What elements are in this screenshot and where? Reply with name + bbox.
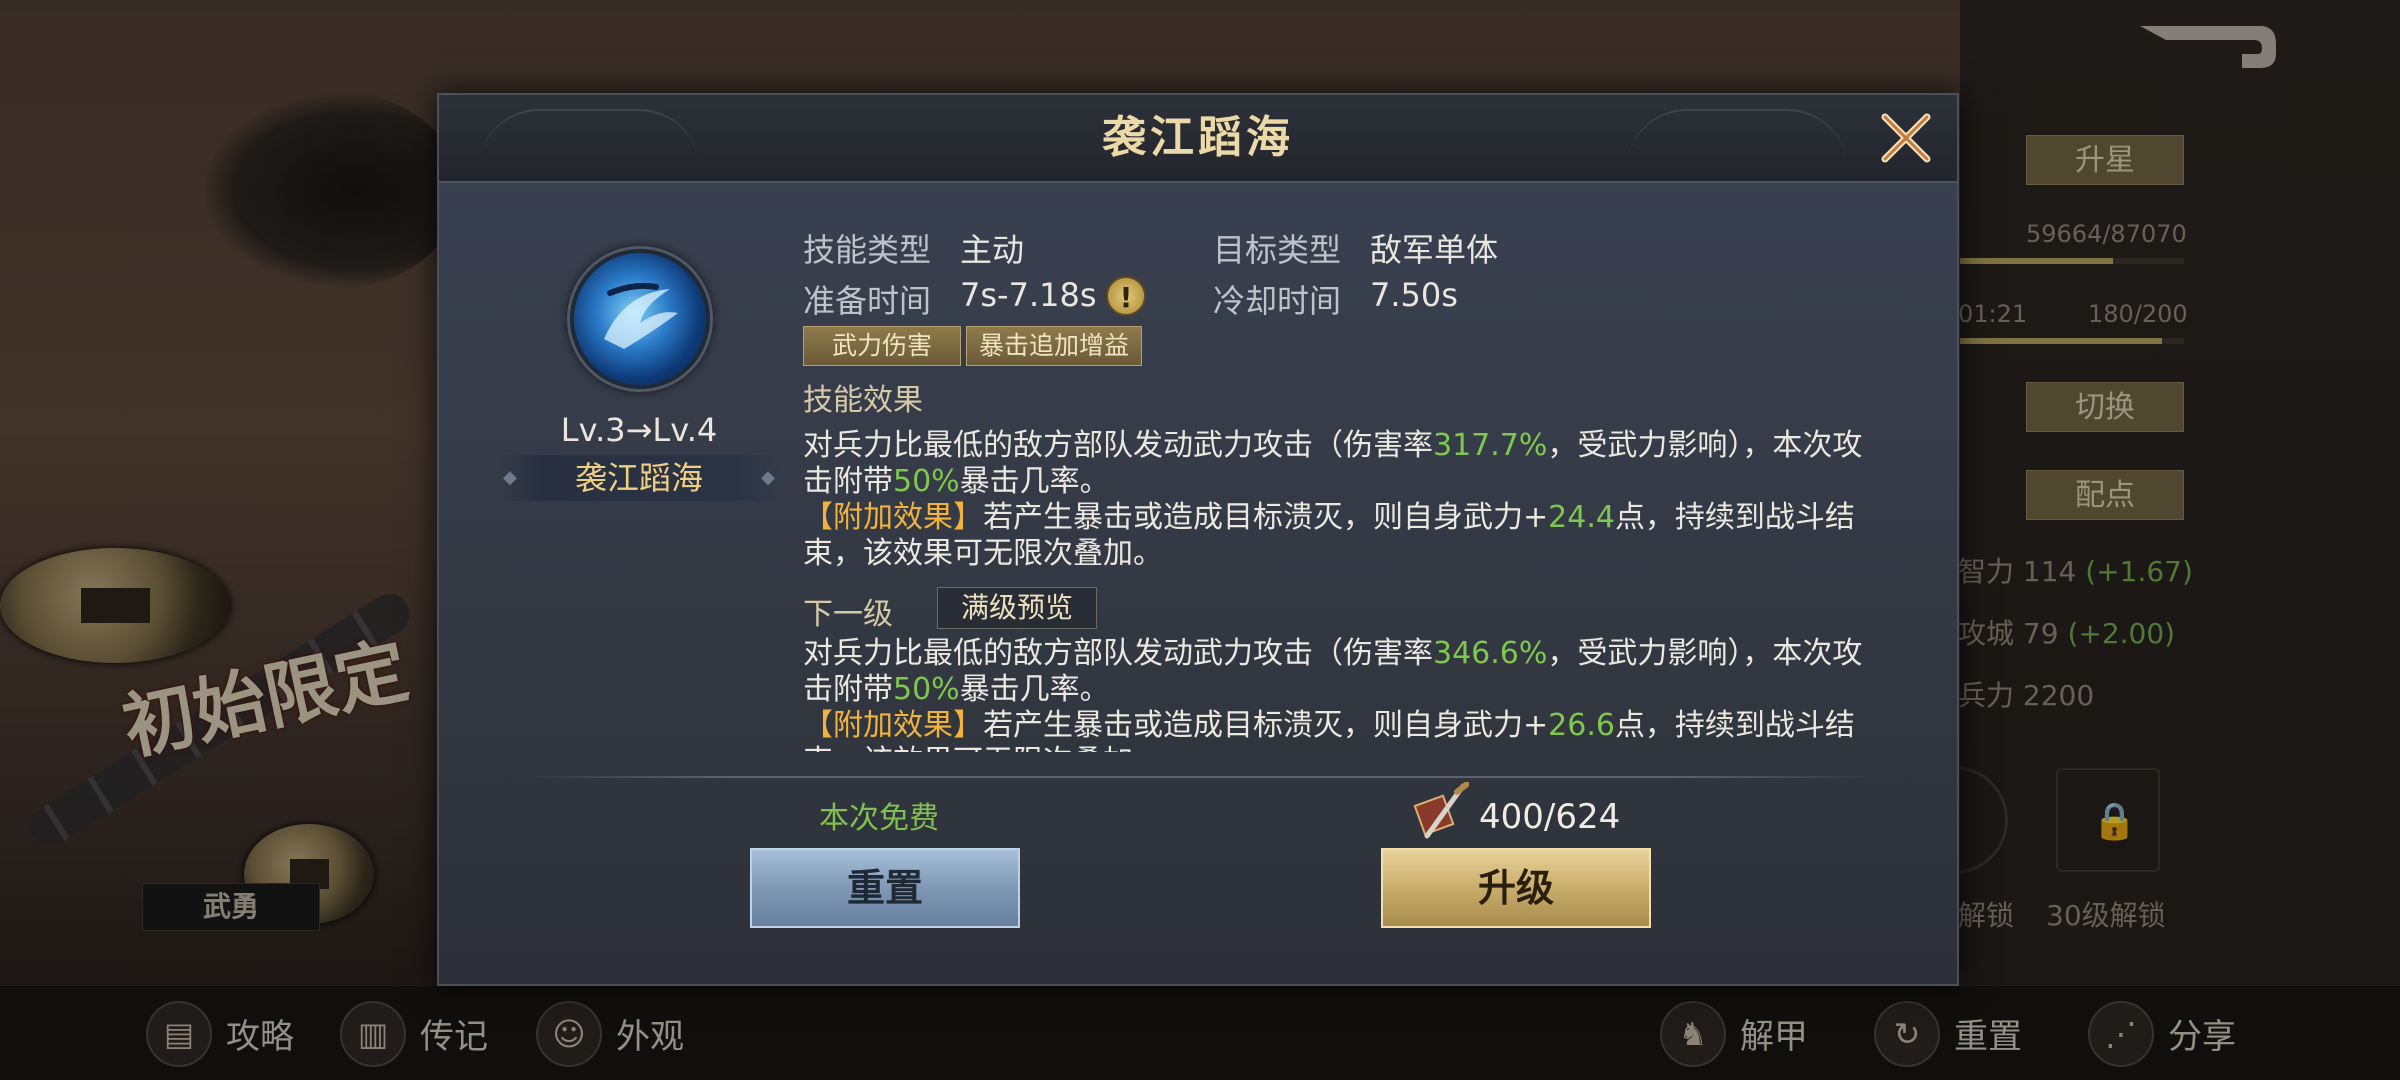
prep-time-label: 准备时间 [803, 282, 932, 320]
divider [523, 776, 1877, 778]
damage-type-tag: 武力伤害 [803, 326, 961, 366]
max-level-preview-button[interactable]: 满级预览 [937, 587, 1097, 629]
upgrade-button[interactable]: 升级 [1381, 848, 1651, 928]
current-effect-text: 对兵力比最低的敌方部队发动武力攻击（伤害率317.7%，受武力影响），本次攻击附… [803, 428, 1863, 571]
next-level-label: 下一级 [803, 597, 893, 632]
close-button[interactable] [1877, 109, 1935, 167]
target-type-label: 目标类型 [1213, 231, 1342, 269]
upgrade-cost-text: 400/624 [1479, 797, 1621, 837]
cooldown-value: 7.50s [1370, 276, 1458, 314]
reset-button[interactable]: 重置 [750, 848, 1020, 928]
water-wave-icon [604, 282, 678, 349]
next-level-effect-scroll[interactable]: 对兵力比最低的敌方部队发动武力攻击（伤害率346.6%，受武力影响），本次攻击附… [803, 636, 1893, 752]
prep-time-value: 7s-7.18s [960, 276, 1097, 314]
skill-icon [570, 249, 710, 389]
skill-detail-dialog: 袭江蹈海 Lv.3→Lv.4 袭江蹈海 技能类型 主动 目标类型 敌军单体 准备… [437, 93, 1959, 986]
info-warning-icon[interactable]: ! [1106, 276, 1146, 316]
crit-bonus-tag: 暴击追加增益 [966, 326, 1142, 366]
skill-type-value: 主动 [960, 231, 1025, 269]
free-reset-text: 本次免费 [819, 801, 939, 836]
next-effect-text: 对兵力比最低的敌方部队发动武力攻击（伤害率346.6%，受武力影响），本次攻击附… [803, 636, 1863, 752]
skill-book-icon [1413, 782, 1469, 839]
skill-effect-label: 技能效果 [803, 383, 923, 418]
cooldown-label: 冷却时间 [1213, 282, 1342, 320]
skill-type-label: 技能类型 [803, 231, 932, 269]
dialog-title: 袭江蹈海 [1102, 112, 1294, 163]
target-type-value: 敌军单体 [1370, 231, 1499, 269]
skill-name-banner: 袭江蹈海 [499, 455, 779, 501]
close-icon [1881, 113, 1931, 163]
level-change-text: Lv.3→Lv.4 [560, 411, 718, 449]
